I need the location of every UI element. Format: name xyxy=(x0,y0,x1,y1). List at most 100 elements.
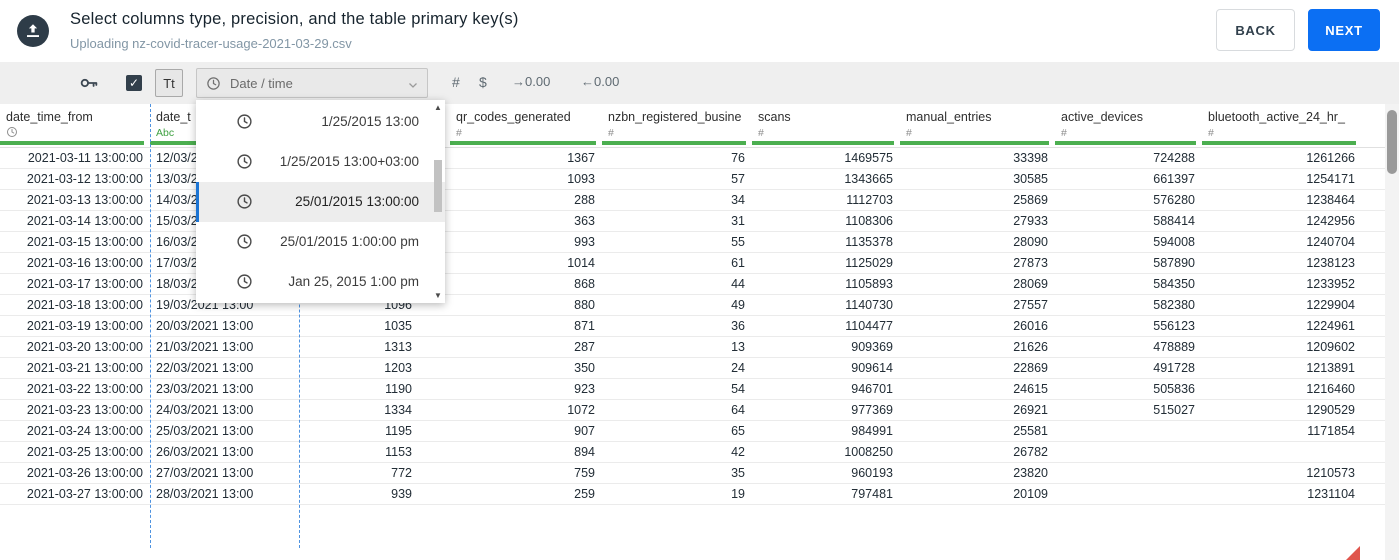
top-header: Select columns type, precision, and the … xyxy=(0,0,1399,62)
table-cell: 42 xyxy=(731,445,745,459)
column-quality-bar xyxy=(900,141,1049,145)
table-cell: 1112703 xyxy=(846,193,893,207)
table-cell: 587890 xyxy=(1153,256,1195,270)
table-row: 2021-03-19 13:00:00 20/03/2021 13:00 1035 8… xyxy=(0,316,1385,337)
table-cell: 1203 xyxy=(384,361,412,375)
table-cell: 588414 xyxy=(1153,214,1195,228)
table-row: 2021-03-20 13:00:00 21/03/2021 13:00 1313 2… xyxy=(0,337,1385,358)
format-option-selected[interactable]: 25/01/2015 13:00:00 xyxy=(196,182,445,222)
table-row: 2021-03-24 13:00:00 25/03/2021 13:00 1195 9… xyxy=(0,421,1385,442)
upload-icon xyxy=(17,15,49,47)
table-cell xyxy=(1202,442,1362,463)
selected-column-outline-left xyxy=(150,104,151,548)
column-type-toolbar: ✓ Tt Date / time # $ →0.00 ←0.00 xyxy=(0,62,1399,104)
vertical-scrollbar-thumb[interactable] xyxy=(1387,110,1397,174)
table-cell: 2021-03-26 13:00:00 xyxy=(26,466,143,480)
table-cell: 661397 xyxy=(1153,172,1195,186)
table-cell: 1231104 xyxy=(1307,487,1355,501)
upload-status-text: Uploading nz-covid-tracer-usage-2021-03-… xyxy=(70,36,352,51)
column-quality-bar xyxy=(602,141,746,145)
column-quality-bar xyxy=(450,141,596,145)
column-name: date_time_from xyxy=(6,110,93,124)
table-cell: 35 xyxy=(731,466,745,480)
table-cell: 25/03/2021 13:00 xyxy=(156,424,254,438)
table-cell: 1313 xyxy=(384,340,412,354)
table-cell: 61 xyxy=(731,256,745,270)
table-cell: 960193 xyxy=(851,466,893,480)
table-cell: 65 xyxy=(731,424,745,438)
menu-scrollbar-thumb[interactable] xyxy=(434,160,442,212)
table-cell: 2021-03-15 13:00:00 xyxy=(26,235,143,249)
table-cell: 491728 xyxy=(1153,361,1195,375)
primary-key-icon[interactable] xyxy=(78,72,100,94)
clock-icon xyxy=(236,193,253,215)
table-row: 2021-03-22 13:00:00 23/03/2021 13:00 1190 9… xyxy=(0,379,1385,400)
column-type-label: # xyxy=(1208,127,1214,139)
table-cell: 2021-03-11 13:00:00 xyxy=(27,151,143,165)
table-cell: 34 xyxy=(731,193,745,207)
table-cell: 724288 xyxy=(1153,151,1195,165)
column-quality-bar xyxy=(1055,141,1196,145)
format-option[interactable]: 1/25/2015 13:00 xyxy=(196,102,445,142)
table-cell: 1240704 xyxy=(1306,235,1355,249)
column-type-label: # xyxy=(1061,127,1067,139)
table-cell: 1153 xyxy=(385,445,412,459)
column-type-label: Abc xyxy=(156,127,175,139)
clock-icon xyxy=(236,273,253,295)
table-cell: 2021-03-21 13:00:00 xyxy=(26,361,143,375)
datetime-format-select[interactable]: Date / time xyxy=(196,68,428,98)
back-button[interactable]: BACK xyxy=(1216,9,1295,51)
include-column-checkbox[interactable]: ✓ xyxy=(126,75,142,91)
table-cell: 1290529 xyxy=(1306,403,1355,417)
column-header-manual_entries[interactable]: manual_entries # xyxy=(900,104,1055,148)
table-cell: 576280 xyxy=(1153,193,1195,207)
column-header-active_devices[interactable]: active_devices # xyxy=(1055,104,1202,148)
column-type-label: # xyxy=(906,127,912,139)
table-cell: 1072 xyxy=(567,403,595,417)
table-cell: 1190 xyxy=(385,382,412,396)
decrease-precision-button[interactable]: ←0.00 xyxy=(581,74,619,89)
format-option[interactable]: 1/25/2015 13:00+03:00 xyxy=(196,142,445,182)
table-cell: 1224961 xyxy=(1306,319,1355,333)
menu-scrollbar[interactable]: ▲ ▼ xyxy=(432,100,445,303)
menu-scroll-up-icon[interactable]: ▲ xyxy=(434,103,442,112)
table-cell xyxy=(1055,421,1202,442)
table-cell: 582380 xyxy=(1153,298,1195,312)
column-header-qr_codes_generated[interactable]: qr_codes_generated # xyxy=(450,104,602,148)
table-cell: 20109 xyxy=(1013,487,1048,501)
table-cell: 946701 xyxy=(851,382,893,396)
table-cell: 1229904 xyxy=(1306,298,1355,312)
format-option[interactable]: Jan 25, 2015 1:00 pm xyxy=(196,262,445,302)
number-type-button[interactable]: # xyxy=(452,74,460,90)
vertical-scrollbar[interactable] xyxy=(1385,104,1399,560)
datetime-format-menu: 1/25/2015 13:00 1/25/2015 13:00+03:00 25/0… xyxy=(196,100,445,303)
table-cell: 1254171 xyxy=(1306,172,1355,186)
format-option[interactable]: 25/01/2015 1:00:00 pm xyxy=(196,222,445,262)
table-cell: 1238464 xyxy=(1306,193,1355,207)
menu-scroll-down-icon[interactable]: ▼ xyxy=(434,291,442,300)
table-cell: 2021-03-19 13:00:00 xyxy=(26,319,143,333)
table-cell: 984991 xyxy=(851,424,893,438)
table-cell: 939 xyxy=(391,487,412,501)
text-type-button[interactable]: Tt xyxy=(155,69,183,97)
table-cell: 505836 xyxy=(1153,382,1195,396)
column-header-date_time_from[interactable]: date_time_from xyxy=(0,104,150,148)
table-cell: 871 xyxy=(574,319,595,333)
currency-type-button[interactable]: $ xyxy=(479,74,487,90)
table-cell: 515027 xyxy=(1153,403,1195,417)
column-header-scans[interactable]: scans # xyxy=(752,104,900,148)
column-name: manual_entries xyxy=(906,110,992,124)
table-cell: 287 xyxy=(574,340,595,354)
table-cell: 49 xyxy=(731,298,745,312)
table-cell: 759 xyxy=(574,466,595,480)
increase-precision-button[interactable]: →0.00 xyxy=(512,74,550,89)
table-cell: 1140730 xyxy=(845,298,893,312)
table-cell: 2021-03-23 13:00:00 xyxy=(26,403,143,417)
column-header-bluetooth_active_24_hr_[interactable]: bluetooth_active_24_hr_ # xyxy=(1202,104,1362,148)
column-header-nzbn_registered_busine[interactable]: nzbn_registered_busine # xyxy=(602,104,752,148)
table-cell: 1242956 xyxy=(1306,214,1355,228)
column-name: bluetooth_active_24_hr_ xyxy=(1208,110,1345,124)
column-quality-bar xyxy=(0,141,144,145)
table-cell: 1125029 xyxy=(845,256,893,270)
next-button[interactable]: NEXT xyxy=(1308,9,1380,51)
